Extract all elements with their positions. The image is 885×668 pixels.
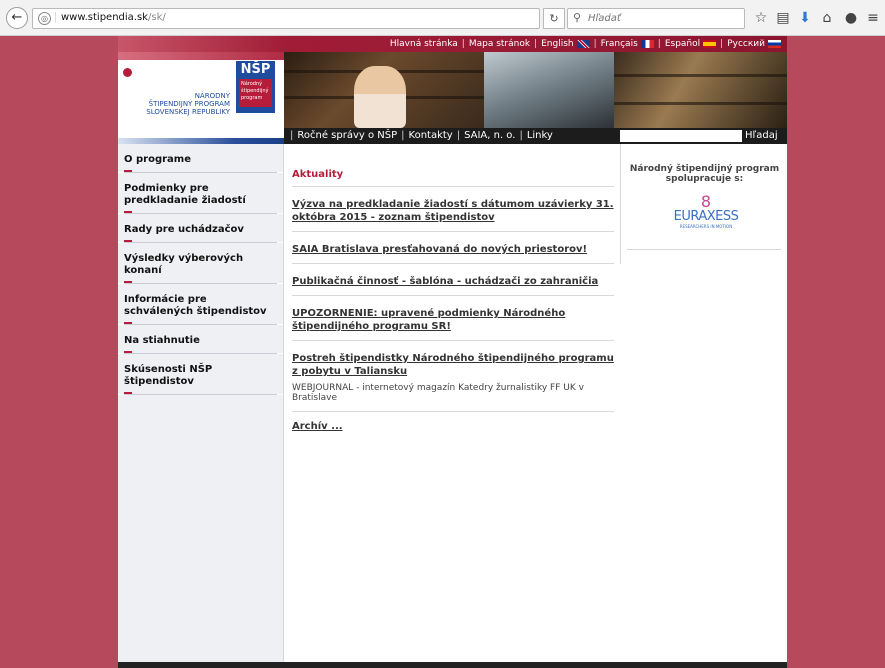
news-description: WEBJOURNAL - internetový magazín Katedry… [292,383,584,403]
download-icon[interactable]: ⬇ [796,9,814,27]
sidebar-item-approved-info[interactable]: Informácie pre schválených štipendistov [118,284,283,325]
topnav-french-label: Français [600,39,638,49]
secondary-navigation: | Ročné správy o NŠP | Kontakty | SAIA, n. o.… [284,128,787,144]
sidebar-item-downloads[interactable]: Na stiahnutie [118,325,283,354]
topnav-sitemap[interactable]: Mapa stránok [469,39,530,49]
sidebar-item-advice[interactable]: Rady pre uchádzačov [118,214,283,243]
euraxess-logo[interactable]: 8 EURAXESS RESEARCHERS IN MOTION [661,194,751,234]
news-link[interactable]: UPOZORNENIE: upravené podmienky Národnéh… [292,308,565,332]
logo-line-1: NÁRODNÝ [194,92,230,100]
star-icon[interactable]: ☆ [752,9,770,27]
news-link[interactable]: Výzva na predkladanie žiadostí s dátumom… [292,199,614,223]
partner-title: Národný štipendijný program spolupracuje… [629,164,780,184]
photo-lab-student [484,52,760,128]
browser-toolbar: ← ◎ www.stipendia.sk/sk/ ↻ ⚲ ☆ ▤ ⬇ ⌂ ● ≡ [0,0,885,36]
logo-line-3: SLOVENSKEJ REPUBLIKY [146,108,230,116]
subnav-annual-reports[interactable]: Ročné správy o NŠP [297,130,397,141]
topnav-home[interactable]: Hlavná stránka [390,39,458,49]
photo-bookshelf-student [614,52,787,128]
topnav-english-label: English [541,39,574,49]
sidebar-item-about[interactable]: O programe [118,144,283,173]
reading-list-icon[interactable]: ▤ [774,9,792,27]
russia-flag-icon [768,39,781,48]
header-red-strip [118,52,284,60]
sidebar-item-label: Na stiahnutie [124,335,200,346]
logo-line-2: ŠTIPENDIJNÝ PROGRAM [148,100,230,108]
site-search-button[interactable]: Hľadaj [745,128,778,144]
topnav-russian[interactable]: Русский [727,39,781,49]
list-item: Výzva na predkladanie žiadostí s dátumom… [292,186,614,231]
subnav-contacts[interactable]: Kontakty [409,130,453,141]
url-text: www.stipendia.sk/sk/ [55,12,166,23]
search-icon: ⚲ [573,11,582,24]
subnav-saia[interactable]: SAIA, n. o. [464,130,515,141]
home-icon[interactable]: ⌂ [818,9,836,27]
news-link[interactable]: Publikačná činnosť - šablóna - uchádzači… [292,276,598,287]
subnav-links[interactable]: Linky [527,130,553,141]
list-item: UPOZORNENIE: upravené podmienky Národnéh… [292,295,614,340]
page-title: Aktuality [292,169,344,180]
topnav-russian-label: Русский [727,39,765,49]
url-domain: www.stipendia.sk [61,12,148,23]
right-column: Národný štipendijný program spolupracuje… [620,144,787,264]
browser-search-input[interactable] [588,11,738,26]
main-content: Aktuality Výzva na predkladanie žiadostí… [290,144,614,668]
nsp-logo: NŠP Národný štipendijný program [236,61,275,113]
euraxess-word: EURAXESS [673,209,739,224]
page-container: Hlavná stránka | Mapa stránok | English | Fran… [118,36,787,668]
sidebar-item-label: Podmienky pre predkladanie žiadostí [124,183,246,206]
left-sidebar: O programe Podmienky pre predkladanie ži… [118,144,284,668]
globe-icon: ◎ [38,12,51,25]
url-path: /sk/ [147,12,166,23]
logo-dot-icon [123,68,132,77]
nsp-logo-abbr: NŠP [240,62,271,77]
header-photo-banner [284,52,787,128]
euraxess-rings-icon: 8 [700,192,712,211]
divider [627,249,781,250]
sidebar-item-label: Rady pre uchádzačov [124,224,244,235]
news-link[interactable]: SAIA Bratislava presťahovaná do nových p… [292,244,587,255]
sidebar-item-conditions[interactable]: Podmienky pre predkladanie žiadostí [118,173,283,214]
browser-search-box[interactable]: ⚲ [567,8,745,29]
site-search-input[interactable] [620,130,742,142]
sidebar-item-label: Výsledky výberových konaní [124,253,244,276]
reload-icon[interactable]: ↻ [543,8,565,29]
sidebar-item-label: Informácie pre schválených štipendistov [124,294,267,317]
spain-flag-icon [703,39,717,48]
archive-row: Archív ... [292,411,614,440]
menu-icon[interactable]: ≡ [864,9,882,27]
sidebar-item-label: Skúsenosti NŠP štipendistov [124,364,213,387]
chat-icon[interactable]: ● [842,9,860,27]
list-item: Publikačná činnosť - šablóna - uchádzači… [292,263,614,295]
news-link[interactable]: Postreh štipendistky Národného štipendij… [292,353,614,377]
list-item: Postreh štipendistky Národného štipendij… [292,340,614,411]
uk-flag-icon [576,39,590,48]
nsp-logo-tag: Národný štipendijný program [239,79,272,107]
archive-link[interactable]: Archív ... [292,421,614,432]
list-item: SAIA Bratislava presťahovaná do nových p… [292,231,614,263]
topnav-spanish-label: Español [664,39,701,49]
sidebar-item-experiences[interactable]: Skúsenosti NŠP štipendistov [118,354,283,395]
back-arrow-icon[interactable]: ← [6,7,28,29]
url-bar[interactable]: ◎ www.stipendia.sk/sk/ [32,8,540,29]
sidebar-item-label: O programe [124,154,191,165]
topnav-english[interactable]: English [541,39,590,49]
footer [118,662,787,668]
top-navigation: Hlavná stránka | Mapa stránok | English | Fran… [118,36,787,52]
euraxess-subtitle: RESEARCHERS IN MOTION [679,224,733,229]
france-flag-icon [640,39,654,48]
sidebar-item-results[interactable]: Výsledky výberových konaní [118,243,283,284]
topnav-spanish[interactable]: Español [664,39,717,49]
news-list: Výzva na predkladanie žiadostí s dátumom… [292,186,614,440]
photo-library-student [284,52,484,128]
topnav-french[interactable]: Français [601,39,654,49]
logo-text: NÁRODNÝ ŠTIPENDIJNÝ PROGRAM SLOVENSKEJ R… [118,92,230,116]
